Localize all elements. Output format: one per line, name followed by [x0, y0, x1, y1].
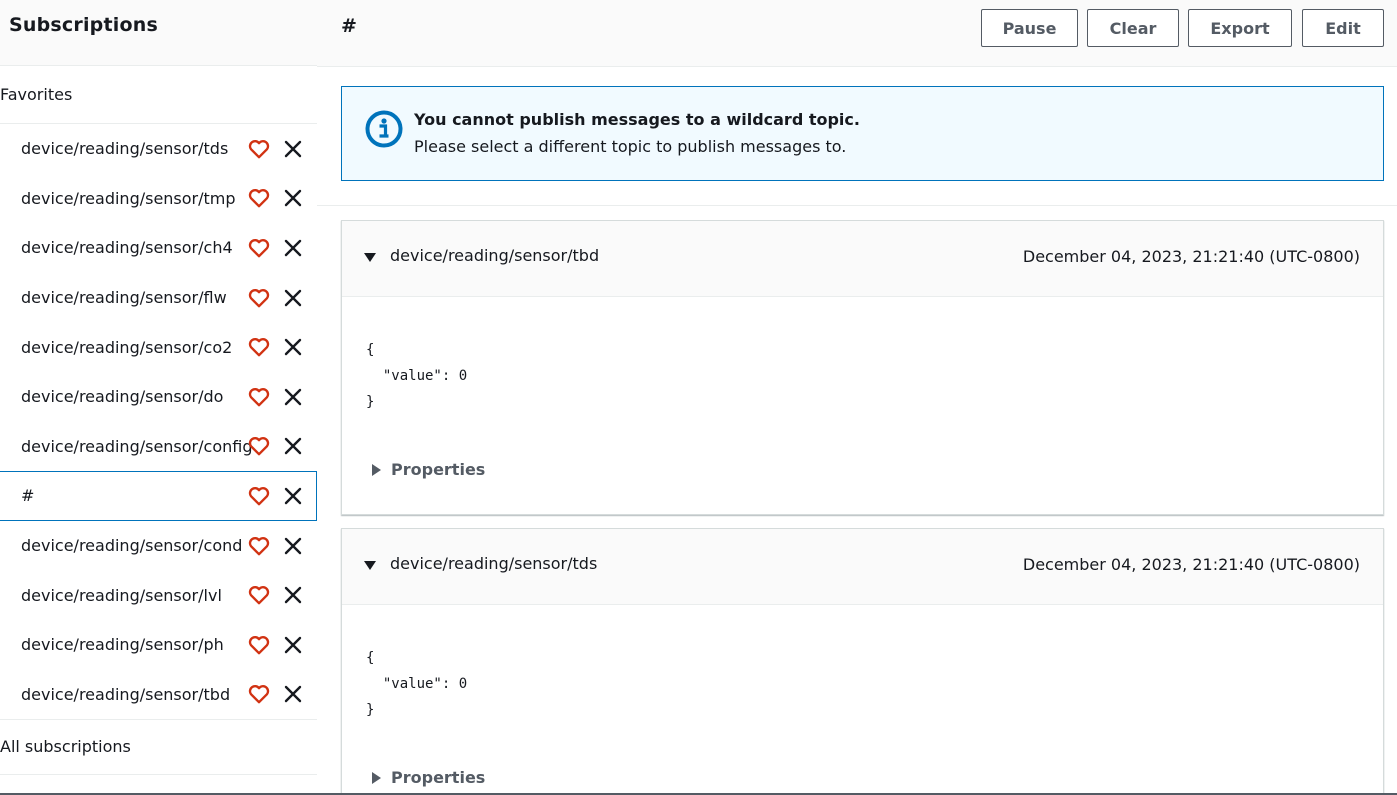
- favorite-item-actions: [248, 472, 302, 520]
- close-icon[interactable]: [284, 239, 302, 257]
- favorites-list: device/reading/sensor/tds device/reading…: [0, 124, 317, 719]
- properties-label: Properties: [391, 460, 486, 479]
- favorite-item-actions: [248, 174, 302, 224]
- close-icon[interactable]: [284, 437, 302, 455]
- properties-label: Properties: [391, 768, 486, 787]
- clear-button[interactable]: Clear: [1087, 9, 1179, 47]
- divider: [317, 205, 1397, 206]
- favorite-item-actions: [248, 422, 302, 472]
- caret-down-icon[interactable]: [364, 561, 376, 570]
- close-icon[interactable]: [284, 338, 302, 356]
- favorite-item-actions: [248, 570, 302, 620]
- favorite-item-actions: [248, 223, 302, 273]
- close-icon[interactable]: [284, 537, 302, 555]
- favorite-item-label: device/reading/sensor/do: [21, 387, 224, 407]
- favorite-item[interactable]: device/reading/sensor/cond: [0, 521, 317, 571]
- caret-down-icon[interactable]: [364, 253, 376, 262]
- message-header[interactable]: device/reading/sensor/tds December 04, 2…: [342, 529, 1383, 605]
- properties-toggle[interactable]: Properties: [372, 768, 485, 787]
- topic-title: #: [341, 15, 357, 37]
- favorite-item-actions: [248, 273, 302, 323]
- sidebar-title: Subscriptions: [9, 14, 158, 36]
- favorite-item-label: device/reading/sensor/ph: [21, 635, 224, 655]
- favorite-item-label: device/reading/sensor/cond: [21, 536, 243, 556]
- heart-icon[interactable]: [248, 188, 270, 208]
- favorite-item[interactable]: device/reading/sensor/tds: [0, 124, 317, 174]
- favorite-item-label: device/reading/sensor/config: [21, 436, 253, 456]
- close-icon[interactable]: [284, 685, 302, 703]
- message-topic: device/reading/sensor/tds: [390, 554, 598, 573]
- sidebar-header: Subscriptions: [0, 0, 317, 66]
- heart-icon[interactable]: [248, 288, 270, 308]
- close-icon[interactable]: [284, 189, 302, 207]
- subscriptions-sidebar: Subscriptions Favorites device/reading/s…: [0, 0, 317, 795]
- favorites-section-label: Favorites: [0, 66, 317, 124]
- export-button[interactable]: Export: [1188, 9, 1292, 47]
- all-subscriptions-label[interactable]: All subscriptions: [0, 719, 317, 776]
- favorite-item[interactable]: device/reading/sensor/lvl: [0, 570, 317, 620]
- close-icon[interactable]: [284, 140, 302, 158]
- favorite-item[interactable]: device/reading/sensor/do: [0, 372, 317, 422]
- close-icon[interactable]: [284, 289, 302, 307]
- properties-toggle[interactable]: Properties: [372, 460, 485, 479]
- favorite-item-selected[interactable]: #: [0, 471, 317, 521]
- pause-button[interactable]: Pause: [981, 9, 1078, 47]
- favorite-item-label: device/reading/sensor/tmp: [21, 188, 236, 208]
- message-topic: device/reading/sensor/tbd: [390, 246, 600, 265]
- favorite-item-label: device/reading/sensor/lvl: [21, 585, 222, 605]
- heart-icon[interactable]: [248, 387, 270, 407]
- favorite-item-label: device/reading/sensor/co2: [21, 337, 233, 357]
- favorite-item-label: device/reading/sensor/ch4: [21, 238, 233, 258]
- heart-icon[interactable]: [248, 635, 270, 655]
- message-card: device/reading/sensor/tbd December 04, 2…: [341, 220, 1384, 515]
- message-timestamp: December 04, 2023, 21:21:40 (UTC-0800): [1022, 555, 1360, 574]
- main-panel: # Pause Clear Export Edit You cannot pub…: [317, 0, 1397, 795]
- heart-icon[interactable]: [248, 585, 270, 605]
- favorite-item-label: device/reading/sensor/flw: [21, 288, 227, 308]
- heart-icon[interactable]: [248, 139, 270, 159]
- favorite-item[interactable]: device/reading/sensor/tmp: [0, 174, 317, 224]
- topic-header: # Pause Clear Export Edit: [317, 0, 1397, 67]
- favorite-item[interactable]: device/reading/sensor/flw: [0, 273, 317, 323]
- heart-icon[interactable]: [248, 436, 270, 456]
- alert-title: You cannot publish messages to a wildcar…: [414, 110, 860, 129]
- caret-right-icon: [372, 463, 381, 476]
- favorite-item[interactable]: device/reading/sensor/ch4: [0, 223, 317, 273]
- message-card: device/reading/sensor/tds December 04, 2…: [341, 528, 1384, 795]
- message-payload: { "value": 0 }: [366, 342, 468, 410]
- favorite-item-label: #: [21, 486, 35, 506]
- favorite-item[interactable]: device/reading/sensor/co2: [0, 322, 317, 372]
- close-icon[interactable]: [284, 388, 302, 406]
- favorite-item-actions: [248, 322, 302, 372]
- caret-right-icon: [372, 771, 381, 784]
- favorite-item-actions: [248, 372, 302, 422]
- close-icon[interactable]: [284, 586, 302, 604]
- heart-icon[interactable]: [248, 536, 270, 556]
- heart-icon[interactable]: [248, 486, 270, 506]
- favorite-item-label: device/reading/sensor/tbd: [21, 684, 231, 704]
- favorite-item-label: device/reading/sensor/tds: [21, 139, 229, 159]
- message-timestamp: December 04, 2023, 21:21:40 (UTC-0800): [1022, 247, 1360, 266]
- alert-body: Please select a different topic to publi…: [414, 137, 847, 156]
- close-icon[interactable]: [284, 636, 302, 654]
- favorite-item-actions: [248, 620, 302, 670]
- favorite-item[interactable]: device/reading/sensor/ph: [0, 620, 317, 670]
- edit-button[interactable]: Edit: [1302, 9, 1384, 47]
- favorite-item[interactable]: device/reading/sensor/config: [0, 422, 317, 472]
- heart-icon[interactable]: [248, 337, 270, 357]
- close-icon[interactable]: [284, 487, 302, 505]
- favorite-item-actions: [248, 521, 302, 571]
- message-header[interactable]: device/reading/sensor/tbd December 04, 2…: [342, 221, 1383, 297]
- favorite-item[interactable]: device/reading/sensor/tbd: [0, 670, 317, 720]
- message-payload: { "value": 0 }: [366, 650, 468, 718]
- info-icon: [365, 110, 403, 148]
- page: Subscriptions Favorites device/reading/s…: [0, 0, 1397, 795]
- heart-icon[interactable]: [248, 238, 270, 258]
- favorite-item-actions: [248, 124, 302, 174]
- info-alert: You cannot publish messages to a wildcar…: [341, 86, 1384, 181]
- heart-icon[interactable]: [248, 684, 270, 704]
- favorite-item-actions: [248, 670, 302, 720]
